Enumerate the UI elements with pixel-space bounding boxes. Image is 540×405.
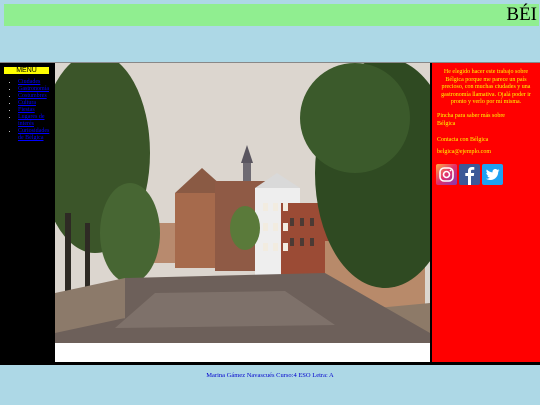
nav-link-gastronomia[interactable]: Gastronomía bbox=[18, 86, 49, 92]
nav-link-fiestas[interactable]: Fiestas bbox=[18, 107, 35, 113]
contact-email[interactable]: belgica@ejemplo.com bbox=[437, 149, 539, 157]
contact-text: Contacta con Bélgica bbox=[437, 137, 489, 143]
nav-item: Lugares de interés bbox=[18, 114, 53, 128]
page-footer: Marina Gámez Navascués Curso:4 ESO Letra… bbox=[206, 372, 334, 379]
site-header: BÉI bbox=[4, 4, 539, 26]
nav-link-curiosidades[interactable]: Curiosidades de Bélgica bbox=[18, 128, 49, 141]
site-title: BÉI bbox=[506, 4, 537, 25]
content-area-below-photo bbox=[55, 343, 430, 362]
nav-item: Curiosidades de Bélgica bbox=[18, 128, 53, 142]
twitter-icon[interactable] bbox=[482, 164, 503, 185]
belgium-canal-photo bbox=[55, 63, 430, 343]
nav-link-cultura[interactable]: Cultura bbox=[18, 100, 36, 106]
nav-item: Ciudades bbox=[18, 79, 53, 86]
nav-item: Cultura bbox=[18, 100, 53, 107]
nav-link-ciudades[interactable]: Ciudades bbox=[18, 79, 40, 85]
nav-item: Gastronomía bbox=[18, 86, 53, 93]
nav-list: Ciudades Gastronomía Costumbres Cultura … bbox=[4, 79, 53, 142]
info-aside: He elegido hacer este trabajo sobre Bélg… bbox=[432, 63, 540, 362]
menu-label: MENU bbox=[4, 67, 49, 74]
nav-link-lugares[interactable]: Lugares de interés bbox=[18, 114, 45, 127]
nav-link-costumbres[interactable]: Costumbres bbox=[18, 93, 47, 99]
sidebar-nav: MENU Ciudades Gastronomía Costumbres Cul… bbox=[0, 63, 53, 362]
instagram-icon[interactable] bbox=[436, 164, 457, 185]
intro-text: He elegido hacer este trabajo sobre Bélg… bbox=[441, 69, 531, 105]
canal-photo-illustration bbox=[55, 63, 430, 343]
more-info-link[interactable]: Pincha para saber más sobre Bélgica bbox=[437, 113, 517, 128]
facebook-icon[interactable] bbox=[459, 164, 480, 185]
nav-item: Costumbres bbox=[18, 93, 53, 100]
nav-item: Fiestas bbox=[18, 107, 53, 114]
